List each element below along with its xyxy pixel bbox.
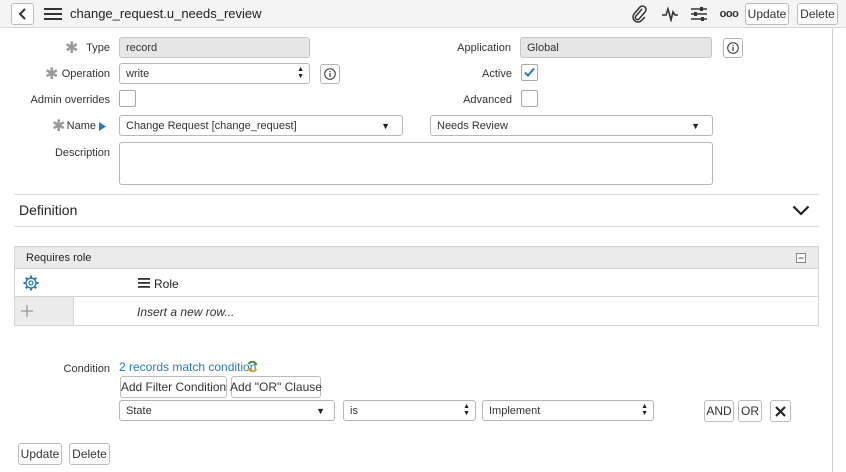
select-arrows-icon: ▲ ▼	[463, 403, 470, 417]
mandatory-asterisk-icon: ✱	[65, 40, 79, 57]
page-title: change_request.u_needs_review	[70, 6, 262, 21]
info-icon	[727, 42, 739, 54]
and-button[interactable]: AND	[704, 400, 734, 422]
select-arrows-icon: ▲ ▼	[297, 66, 304, 80]
description-textarea[interactable]	[119, 142, 713, 185]
admin-overrides-checkbox[interactable]	[119, 90, 136, 107]
paperclip-icon[interactable]	[629, 4, 649, 24]
section-divider	[14, 226, 819, 227]
activity-pulse-icon[interactable]	[660, 4, 680, 24]
operation-select-value: write	[126, 67, 150, 80]
advanced-label: Advanced	[463, 94, 512, 106]
condition-value-value: Implement	[489, 404, 541, 417]
scrollbar[interactable]	[832, 28, 833, 472]
application-info-button[interactable]	[723, 38, 743, 58]
condition-operator-select[interactable]: is ▲ ▼	[343, 400, 476, 421]
plus-icon[interactable]	[21, 305, 33, 317]
name-table-value: Change Request [change_request]	[126, 119, 297, 132]
hamburger-menu-icon[interactable]	[43, 4, 63, 24]
condition-field-value: State	[126, 404, 152, 417]
dropdown-caret-icon: ▼	[691, 120, 700, 131]
header-update-button[interactable]: Update	[745, 3, 789, 25]
name-table-select[interactable]: Change Request [change_request] ▼	[119, 115, 403, 136]
name-field-value: Needs Review	[437, 119, 508, 132]
add-or-clause-button[interactable]: Add "OR" Clause	[230, 376, 322, 398]
settings-sliders-icon[interactable]	[689, 4, 709, 24]
collapse-box-icon[interactable]	[796, 253, 806, 263]
gear-icon[interactable]	[23, 275, 39, 291]
condition-field-select[interactable]: State ▼	[119, 400, 335, 421]
checkmark-icon	[524, 67, 535, 77]
name-label: Name	[66, 120, 96, 132]
condition-label: Condition	[63, 363, 110, 375]
header-delete-button[interactable]: Delete	[797, 3, 838, 25]
mandatory-asterisk-icon: ✱	[45, 66, 59, 83]
condition-operator-value: is	[350, 404, 358, 417]
operation-select[interactable]: write ▲ ▼	[119, 63, 310, 84]
footer-delete-button[interactable]: Delete	[69, 443, 110, 465]
or-button[interactable]: OR	[738, 400, 762, 422]
section-divider	[14, 194, 819, 195]
add-filter-condition-button[interactable]: Add Filter Condition	[120, 376, 227, 398]
back-button[interactable]	[11, 3, 34, 25]
remove-condition-button[interactable]	[770, 400, 791, 422]
admin-overrides-label: Admin overrides	[30, 94, 110, 106]
info-icon	[324, 68, 336, 80]
name-field-select[interactable]: Needs Review ▼	[430, 115, 713, 136]
application-field: Global	[520, 37, 712, 58]
dropdown-caret-icon: ▼	[316, 405, 325, 416]
requires-role-header: Requires role	[14, 246, 819, 269]
operation-label: Operation	[61, 68, 110, 80]
more-options-icon[interactable]: ooo	[719, 4, 739, 24]
footer-update-button[interactable]: Update	[18, 443, 62, 465]
condition-value-select[interactable]: Implement ▲ ▼	[482, 400, 654, 421]
type-label: Type	[86, 42, 110, 54]
type-field: record	[119, 37, 310, 58]
add-row-cell[interactable]	[15, 297, 74, 325]
operation-info-button[interactable]	[320, 64, 340, 84]
definition-section-title: Definition	[19, 202, 78, 218]
advanced-checkbox[interactable]	[521, 90, 538, 107]
records-match-link[interactable]: 2 records match condition	[119, 360, 256, 374]
dropdown-caret-icon: ▼	[381, 120, 390, 131]
application-label: Application	[457, 42, 511, 54]
active-label: Active	[482, 68, 512, 80]
insert-row-placeholder[interactable]: Insert a new row...	[137, 305, 234, 319]
refresh-icon[interactable]	[246, 360, 259, 373]
column-menu-icon[interactable]	[138, 278, 150, 288]
table-header-row: Role	[15, 269, 818, 297]
requires-role-table: Role Insert a new row...	[14, 269, 819, 326]
select-arrows-icon: ▲ ▼	[641, 403, 648, 417]
description-label: Description	[54, 147, 110, 159]
close-icon	[775, 405, 786, 417]
chevron-down-icon[interactable]	[792, 205, 810, 216]
requires-role-title: Requires role	[26, 252, 92, 264]
chevron-left-icon	[18, 8, 26, 20]
expand-triangle-icon[interactable]	[99, 122, 106, 131]
form-header: change_request.u_needs_review ooo Update…	[0, 0, 846, 28]
active-checkbox[interactable]	[521, 64, 538, 81]
role-column-header[interactable]: Role	[154, 277, 179, 291]
